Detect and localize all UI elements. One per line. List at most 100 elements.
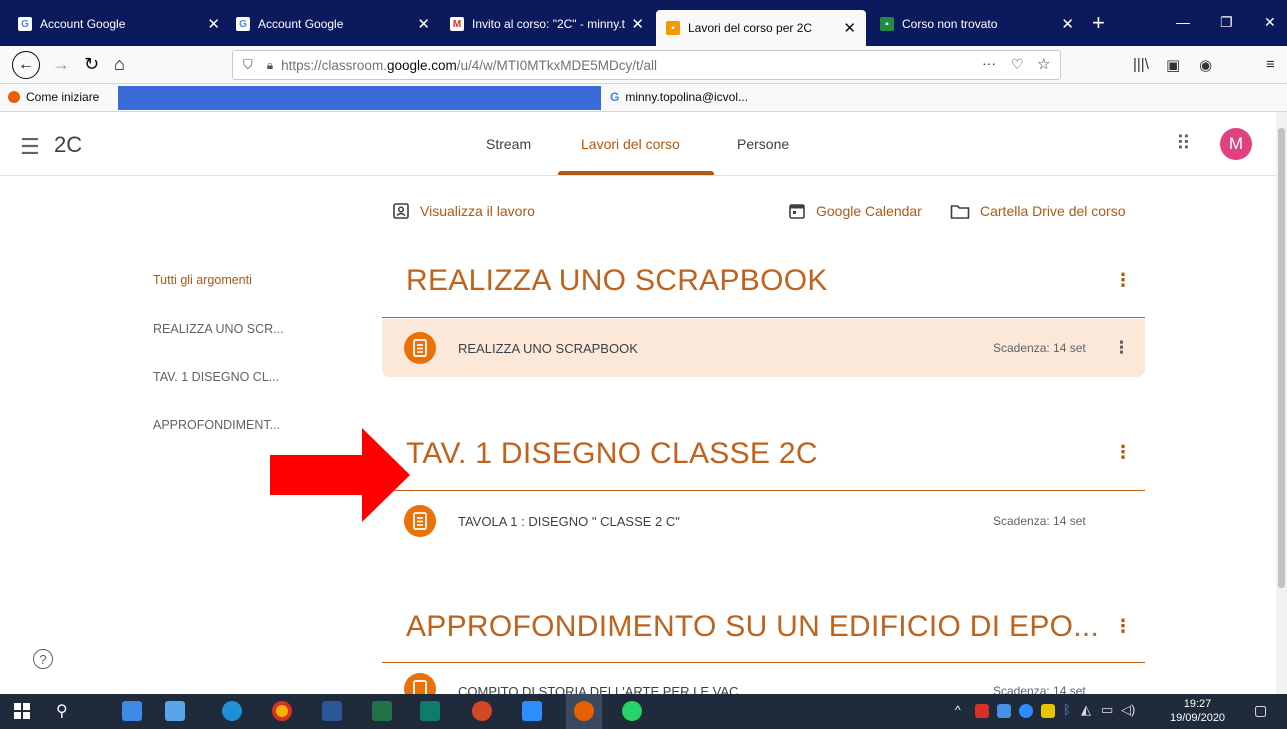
photos-app-icon[interactable] [165, 701, 185, 721]
people-app-icon[interactable] [122, 701, 142, 721]
shield-icon[interactable]: ⛉ [243, 57, 253, 73]
browser-tab-active[interactable]: ▪ Lavori del corso per 2C ✕ [656, 10, 866, 46]
folder-icon [950, 202, 970, 220]
bookmarks-bar: Come iniziare G minny.topolina@icvol... [0, 84, 1287, 112]
word-icon[interactable] [322, 701, 342, 721]
assignment-row[interactable]: REALIZZA UNO SCRAPBOOK Scadenza: 14 set … [382, 319, 1145, 377]
volume-icon[interactable]: ◁) [1121, 702, 1135, 718]
classroom-icon: ▪ [666, 21, 680, 35]
topic-title[interactable]: TAV. 1 DISEGNO CLASSE 2C [406, 437, 818, 471]
class-name[interactable]: 2C [54, 132, 82, 158]
minimize-icon[interactable]: — [1176, 14, 1190, 30]
browser-tab[interactable]: M Invito al corso: "2C" - minny.t ✕ [440, 8, 654, 40]
assignment-row[interactable]: TAVOLA 1 : DISEGNO " CLASSE 2 C" Scadenz… [382, 492, 1145, 550]
topic-divider [382, 662, 1145, 663]
firefox-icon [8, 91, 20, 103]
network-icon[interactable]: ▭ [1101, 702, 1113, 718]
close-icon[interactable]: ✕ [843, 19, 856, 37]
search-icon[interactable]: ⚲ [56, 701, 76, 721]
assignment-person-icon [392, 202, 410, 220]
library-icon[interactable]: |||\ [1133, 56, 1149, 73]
assignment-more-icon[interactable]: ⋮ [1113, 338, 1130, 358]
close-icon[interactable]: ✕ [207, 15, 220, 33]
tray-app-icon[interactable] [975, 704, 989, 718]
close-icon[interactable]: ✕ [1061, 15, 1074, 33]
powerpoint-icon[interactable] [472, 701, 492, 721]
publisher-icon[interactable] [420, 701, 440, 721]
chrome-icon[interactable] [272, 701, 292, 721]
notifications-icon[interactable]: ▢ [1254, 702, 1267, 719]
tray-expand-icon[interactable]: ^ [955, 703, 961, 717]
tab-stream[interactable]: Stream [486, 136, 531, 152]
topic-more-icon[interactable]: ⋮ [1114, 616, 1132, 637]
close-icon[interactable]: ✕ [631, 15, 644, 33]
tray-app-icon[interactable] [997, 704, 1011, 718]
edge-icon[interactable] [222, 701, 242, 721]
assignment-due: Scadenza: 14 set [993, 684, 1086, 694]
tab-classwork[interactable]: Lavori del corso [581, 136, 680, 152]
assignment-icon [404, 332, 436, 364]
topic-more-icon[interactable]: ⋮ [1114, 442, 1132, 463]
tray-app-icon[interactable] [1041, 704, 1055, 718]
forward-icon[interactable]: → [52, 54, 70, 75]
view-work-link[interactable]: Visualizza il lavoro [392, 202, 535, 220]
bookmark-item[interactable]: Come iniziare [8, 90, 99, 104]
windows-start-icon[interactable] [14, 703, 30, 719]
apps-grid-icon[interactable]: ⠿ [1176, 131, 1191, 156]
zoom-icon[interactable] [522, 701, 542, 721]
excel-icon[interactable] [372, 701, 392, 721]
browser-tab[interactable]: G Account Google ✕ [226, 8, 440, 40]
url-bar[interactable]: ⛉ 🔒︎ https://classroom.google.com/u/4/w/… [232, 50, 1061, 80]
window-close-icon[interactable]: ✕ [1264, 14, 1276, 31]
close-icon[interactable]: ✕ [417, 15, 430, 33]
sidebar-topic-item[interactable]: REALIZZA UNO SCR... [153, 322, 284, 336]
topic-more-icon[interactable]: ⋮ [1114, 270, 1132, 291]
browser-tab[interactable]: ▪ Corso non trovato ✕ [870, 8, 1084, 40]
hamburger-menu-icon[interactable]: ☰ [20, 134, 40, 160]
pocket-icon[interactable]: ♡ [1011, 56, 1024, 73]
tab-label: Corso non trovato [902, 17, 998, 31]
help-icon[interactable]: ? [33, 649, 53, 669]
browser-nav-bar: ← → ↻ ⌂ ⛉ 🔒︎ https://classroom.google.co… [0, 46, 1287, 84]
sidebar-topic-item[interactable]: TAV. 1 DISEGNO CL... [153, 370, 279, 384]
taskbar-clock[interactable]: 19:27 19/09/2020 [1170, 697, 1225, 725]
menu-icon[interactable]: ≡ [1266, 56, 1275, 73]
sidebar-icon[interactable]: ▣ [1166, 56, 1180, 74]
scrollbar-thumb[interactable] [1278, 128, 1285, 588]
firefox-icon[interactable] [574, 701, 594, 721]
tray-app-icon[interactable] [1019, 704, 1033, 718]
google-icon: G [236, 17, 250, 31]
topic-divider [382, 317, 1145, 318]
tab-label: Account Google [40, 17, 126, 31]
home-icon[interactable]: ⌂ [114, 54, 125, 75]
assignment-icon [404, 673, 436, 694]
sidebar-topic-item[interactable]: APPROFONDIMENT... [153, 418, 280, 432]
gmail-icon: M [450, 17, 464, 31]
bluetooth-icon[interactable]: ᛒ [1063, 702, 1071, 717]
tab-people[interactable]: Persone [737, 136, 789, 152]
topic-title[interactable]: APPROFONDIMENTO SU UN EDIFICIO DI EPO... [406, 610, 1099, 644]
topic-title[interactable]: REALIZZA UNO SCRAPBOOK [406, 264, 828, 298]
reload-icon[interactable]: ↻ [84, 54, 99, 75]
bookmark-star-icon[interactable]: ☆ [1037, 55, 1050, 73]
assignment-title: REALIZZA UNO SCRAPBOOK [458, 340, 638, 356]
bookmark-item[interactable]: G minny.topolina@icvol... [610, 90, 748, 104]
account-icon[interactable]: ◉ [1199, 56, 1212, 74]
wifi-icon[interactable]: ◭ [1081, 702, 1091, 718]
sidebar-item-all-topics[interactable]: Tutti gli argomenti [153, 273, 252, 287]
avatar[interactable]: M [1220, 128, 1252, 160]
page-actions-icon[interactable]: ··· [982, 55, 996, 71]
drive-folder-link[interactable]: Cartella Drive del corso [950, 202, 1126, 220]
url-text: https://classroom.google.com/u/4/w/MTI0M… [281, 57, 658, 73]
browser-tab[interactable]: G Account Google ✕ [8, 8, 230, 40]
whatsapp-icon[interactable] [622, 701, 642, 721]
new-tab-icon[interactable]: + [1092, 10, 1105, 36]
restore-icon[interactable]: ❐ [1220, 14, 1233, 31]
page-scrollbar[interactable] [1276, 112, 1287, 694]
google-calendar-link[interactable]: Google Calendar [788, 202, 922, 220]
bookmark-label: Come iniziare [26, 90, 100, 104]
drive-label: Cartella Drive del corso [980, 203, 1126, 219]
back-icon[interactable]: ← [12, 51, 40, 79]
google-icon: G [610, 90, 620, 104]
assignment-row[interactable]: COMPITO DI STORIA DELL'ARTE PER LE VAC..… [382, 664, 1145, 694]
